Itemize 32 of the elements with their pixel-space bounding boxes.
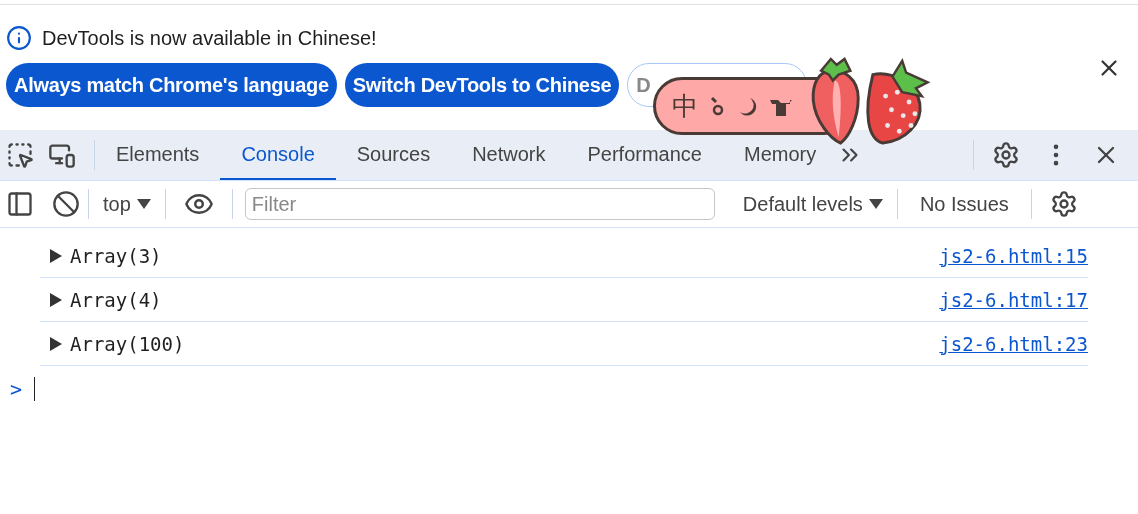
source-link[interactable]: js2-6.html:23	[939, 332, 1088, 355]
panel-tab[interactable]: Console	[220, 130, 336, 180]
info-icon	[6, 25, 32, 51]
infobar-message: DevTools is now available in Chinese!	[42, 26, 377, 50]
log-message: Array(3)	[70, 244, 163, 267]
log-message: Array(4)	[70, 288, 163, 311]
source-link[interactable]: js2-6.html:15	[939, 244, 1088, 267]
panel-tab[interactable]: Sources	[335, 130, 452, 180]
caret-icon	[868, 199, 883, 209]
settings-icon[interactable]	[992, 141, 1020, 169]
clear-console-icon[interactable]	[52, 190, 80, 218]
expand-icon[interactable]	[50, 248, 62, 263]
log-message: Array(100)	[70, 332, 186, 355]
expand-icon[interactable]	[50, 336, 62, 351]
strawberry-icon	[866, 58, 931, 145]
infobar-button[interactable]: Switch DevTools to Chinese	[344, 63, 620, 107]
issues-button[interactable]: No Issues	[897, 192, 1031, 216]
levels-dropdown[interactable]: Default levels	[728, 192, 897, 216]
settings-icon[interactable]	[1049, 190, 1078, 218]
source-link[interactable]: js2-6.html:17	[939, 288, 1088, 311]
strawberry-half-icon	[811, 57, 860, 145]
prompt-icon: >	[10, 377, 23, 401]
infobar-button[interactable]: Always match Chrome's language	[6, 63, 337, 107]
context-dropdown[interactable]: top	[89, 192, 165, 216]
panel-tab[interactable]: Network	[451, 130, 567, 180]
sidebar-icon[interactable]	[6, 190, 34, 218]
filter-field[interactable]: Filter	[244, 188, 715, 220]
inspect-icon[interactable]	[6, 141, 34, 169]
expand-icon[interactable]	[50, 292, 62, 307]
ime-mode-label[interactable]: 中	[672, 88, 698, 124]
caret-icon	[136, 199, 151, 209]
panel-tab[interactable]: Elements	[95, 130, 221, 180]
